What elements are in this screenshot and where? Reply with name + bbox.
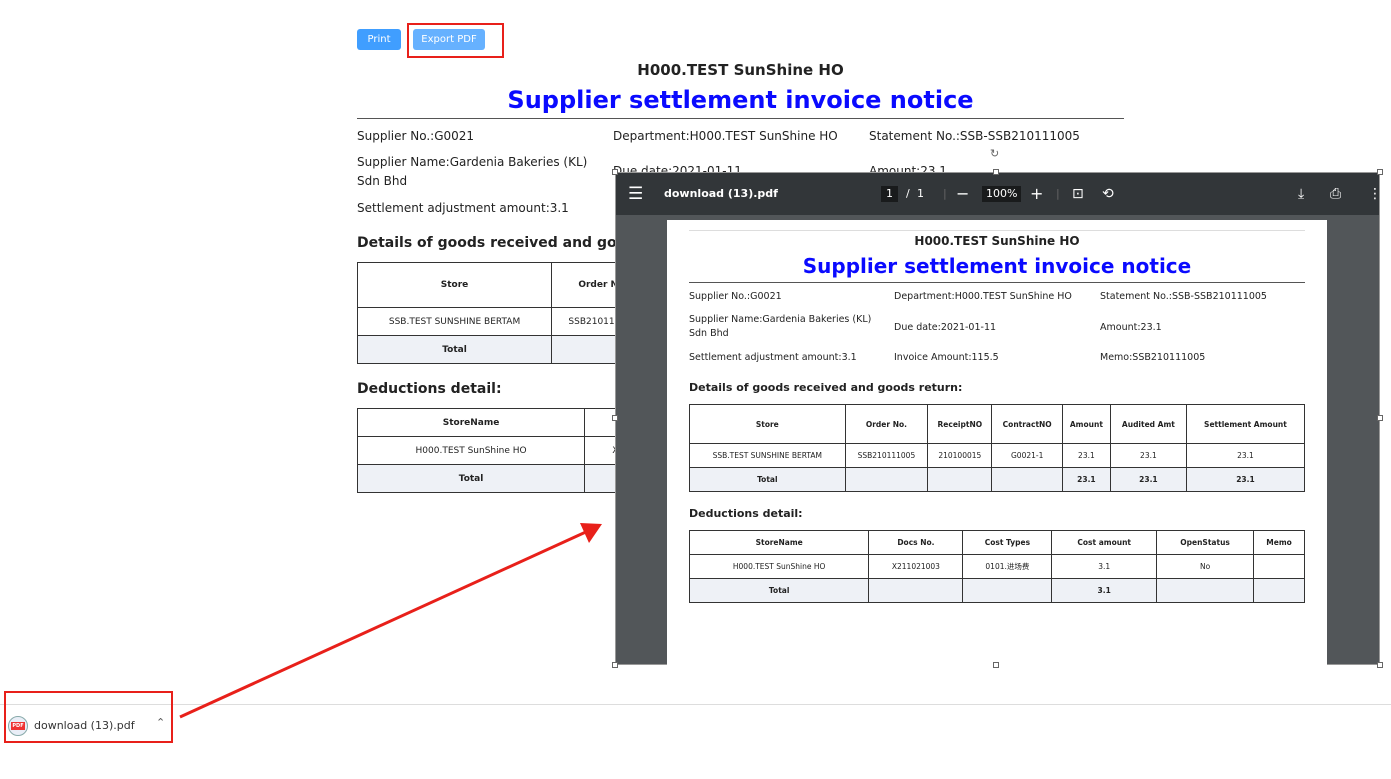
annotation-arrow bbox=[179, 523, 602, 719]
